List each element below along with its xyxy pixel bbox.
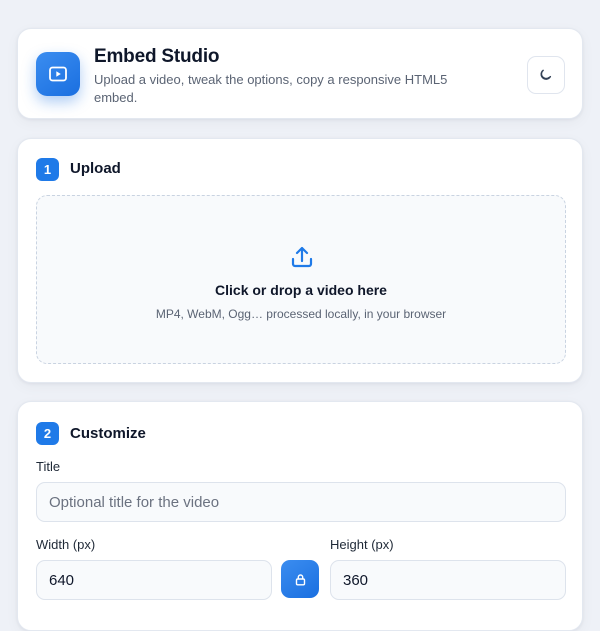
dropzone-hint: MP4, WebM, Ogg… processed locally, in yo… (155, 307, 447, 321)
width-input[interactable] (36, 560, 272, 600)
title-input[interactable] (36, 482, 566, 522)
upload-section: 1 Upload Click or drop a video here MP4,… (17, 138, 583, 383)
dropzone-title: Click or drop a video here (215, 282, 387, 298)
section-title: Upload (70, 160, 121, 177)
theme-toggle-button[interactable] (527, 56, 565, 94)
section-title: Customize (70, 425, 146, 442)
video-dropzone[interactable]: Click or drop a video here MP4, WebM, Og… (36, 195, 566, 364)
play-icon (49, 66, 67, 82)
aspect-lock-button[interactable] (281, 560, 319, 598)
moon-icon (540, 69, 552, 80)
customize-section: 2 Customize Title Width (px) Height (px) (17, 401, 583, 631)
step-badge: 1 (36, 158, 59, 181)
height-field-label: Height (px) (330, 537, 394, 552)
height-input[interactable] (330, 560, 566, 600)
width-field-label: Width (px) (36, 537, 96, 552)
app-header: Embed Studio Upload a video, tweak the o… (17, 28, 583, 119)
app-logo (36, 52, 80, 96)
title-field-label: Title (36, 459, 61, 474)
app-subtitle: Upload a video, tweak the options, copy … (94, 72, 448, 105)
upload-icon (291, 246, 313, 268)
lock-icon (295, 573, 305, 586)
app-title: Embed Studio (94, 46, 220, 67)
step-badge: 2 (36, 422, 59, 445)
